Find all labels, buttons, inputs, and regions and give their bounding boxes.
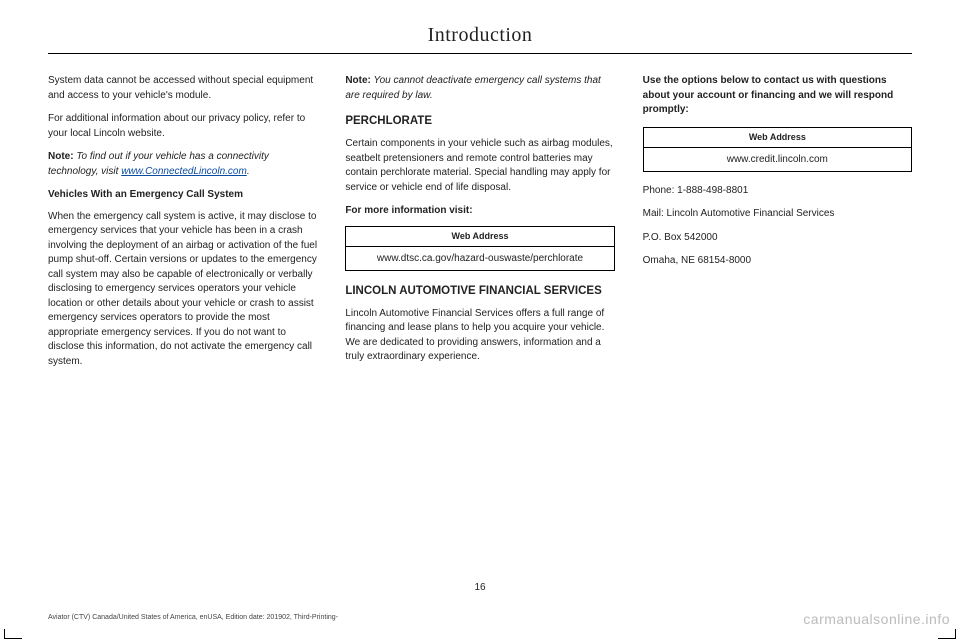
column-1: System data cannot be accessed without s…: [48, 74, 317, 378]
connected-lincoln-link[interactable]: www.ConnectedLincoln.com: [121, 166, 247, 177]
c1-subhead-emergency: Vehicles With an Emergency Call System: [48, 188, 317, 203]
column-2: Note: You cannot deactivate emergency ca…: [345, 74, 614, 378]
web-address-box-credit: Web Address www.credit.lincoln.com: [643, 127, 912, 172]
c1-p1: System data cannot be accessed without s…: [48, 74, 317, 103]
web-address-box-perchlorate: Web Address www.dtsc.ca.gov/hazard-ouswa…: [345, 226, 614, 271]
note-period: .: [247, 166, 250, 177]
c1-p2: For additional information about our pri…: [48, 112, 317, 141]
c2-p2: Lincoln Automotive Financial Services of…: [345, 307, 614, 365]
c2-note: Note: You cannot deactivate emergency ca…: [345, 74, 614, 103]
note-label: Note:: [48, 151, 74, 162]
watermark: carmanualsonline.info: [803, 611, 950, 627]
crop-mark-right: [938, 629, 956, 639]
crop-mark-left: [4, 629, 22, 639]
content-columns: System data cannot be accessed without s…: [48, 74, 912, 378]
footnote: Aviator (CTV) Canada/United States of Am…: [48, 614, 338, 621]
web-address-header: Web Address: [644, 128, 911, 148]
web-address-header: Web Address: [346, 227, 613, 247]
note-text: You cannot deactivate emergency call sys…: [345, 75, 601, 101]
c1-p3: When the emergency call system is active…: [48, 210, 317, 370]
c2-info-label: For more information visit:: [345, 204, 614, 219]
c1-note: Note: To find out if your vehicle has a …: [48, 150, 317, 179]
c3-mail3: Omaha, NE 68154-8000: [643, 254, 912, 269]
c3-phone: Phone: 1-888-498-8801: [643, 184, 912, 199]
c3-mail1: Mail: Lincoln Automotive Financial Servi…: [643, 207, 912, 222]
web-address-value: www.dtsc.ca.gov/hazard-ouswaste/perchlor…: [346, 247, 613, 270]
note-label: Note:: [345, 75, 371, 86]
page-number: 16: [0, 582, 960, 593]
page-title: Introduction: [48, 24, 912, 53]
section-perchlorate: PERCHLORATE: [345, 113, 614, 129]
column-3: Use the options below to contact us with…: [643, 74, 912, 378]
c2-p1: Certain components in your vehicle such …: [345, 137, 614, 195]
web-address-value: www.credit.lincoln.com: [644, 148, 911, 171]
c3-intro: Use the options below to contact us with…: [643, 74, 912, 118]
title-rule: [48, 53, 912, 54]
c3-mail2: P.O. Box 542000: [643, 231, 912, 246]
section-financial-services: LINCOLN AUTOMOTIVE FINANCIAL SERVICES: [345, 283, 614, 299]
